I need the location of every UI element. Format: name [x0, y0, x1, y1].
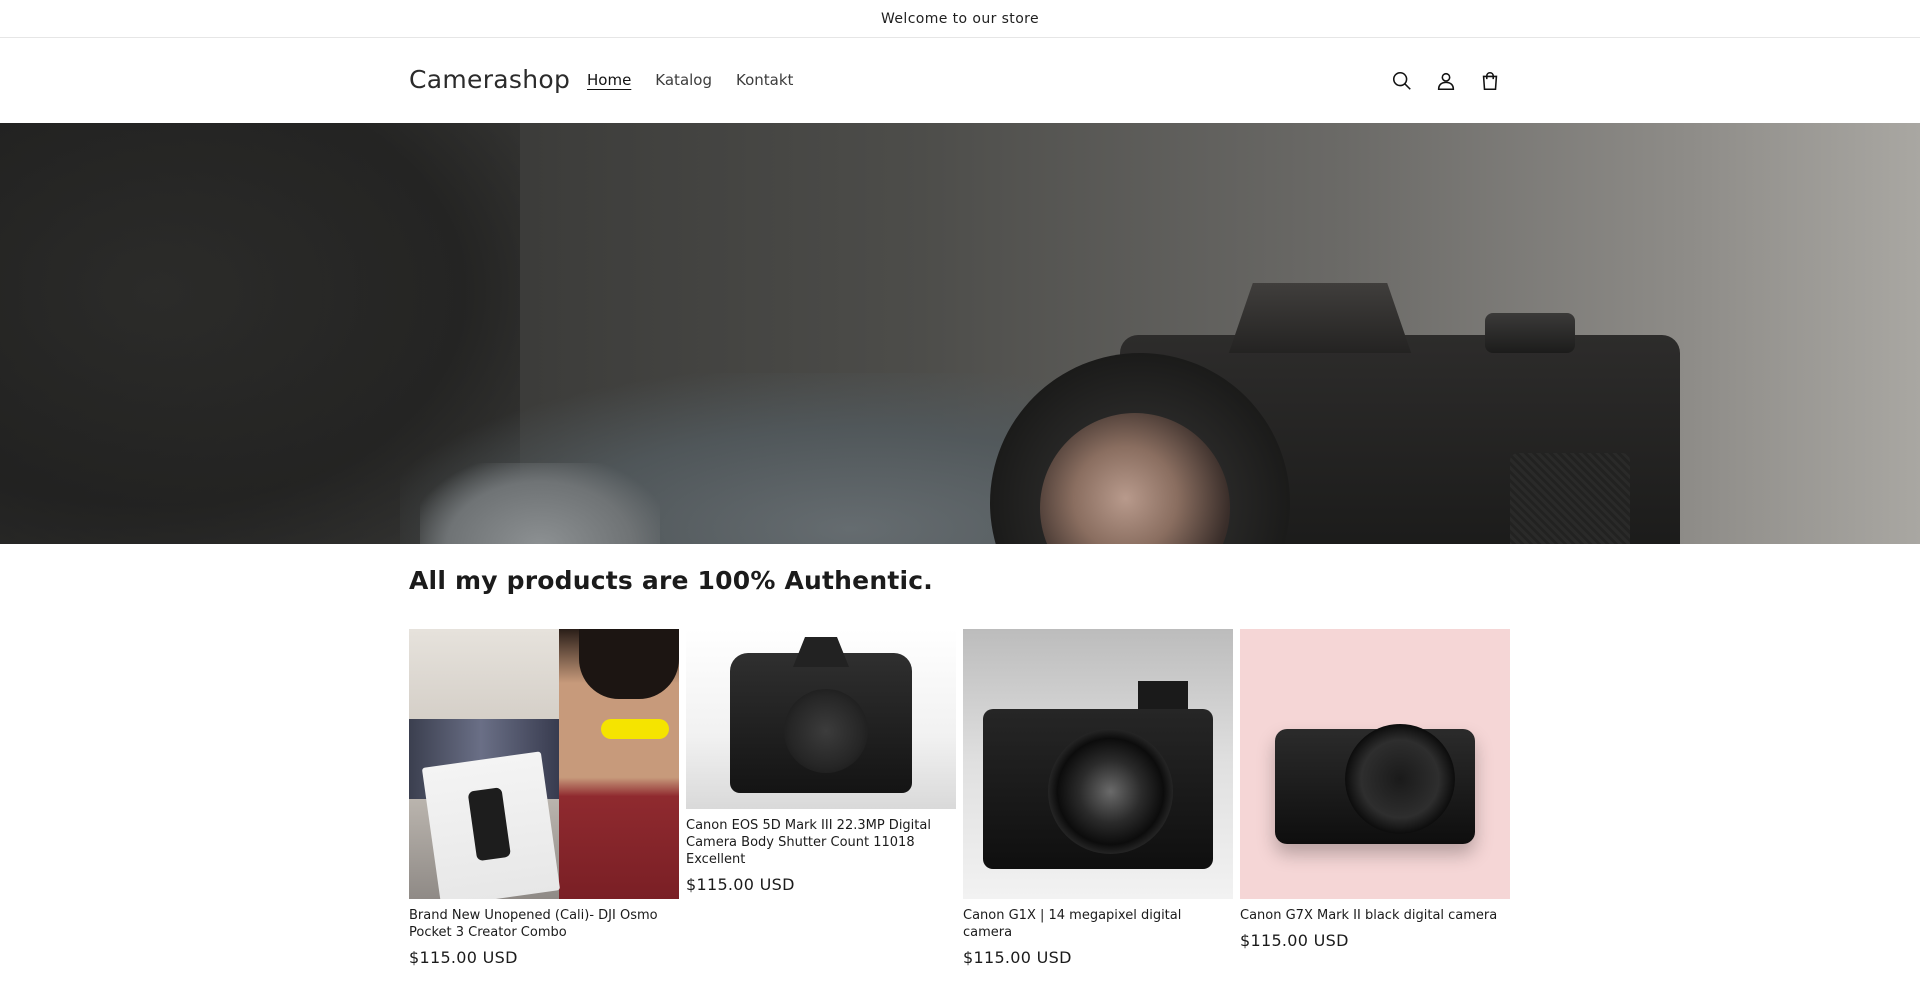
product-title[interactable]: Canon G1X | 14 megapixel digital camera — [963, 907, 1233, 941]
product-price: $115.00 USD — [409, 948, 518, 967]
hero-camera-prism — [1228, 283, 1412, 353]
product-card[interactable]: Brand New Unopened (Cali)- DJI Osmo Pock… — [409, 629, 679, 967]
search-icon[interactable] — [1390, 69, 1414, 93]
product-card[interactable]: Canon G1X | 14 megapixel digital camera … — [963, 629, 1233, 967]
product-price: $115.00 USD — [686, 875, 795, 894]
image-detail — [601, 719, 669, 739]
site-header: Camerashop Home Katalog Kontakt — [0, 39, 1920, 123]
hero-background — [420, 463, 660, 544]
account-icon[interactable] — [1434, 69, 1458, 93]
product-image[interactable] — [1240, 629, 1510, 899]
nav-kontakt[interactable]: Kontakt — [736, 71, 793, 89]
product-card[interactable]: Canon EOS 5D Mark III 22.3MP Digital Cam… — [686, 629, 956, 894]
nav-home[interactable]: Home — [587, 71, 631, 89]
store-logo[interactable]: Camerashop — [409, 65, 570, 94]
hero-camera-grip — [1510, 453, 1630, 544]
hero-camera-dial — [1485, 313, 1575, 353]
image-detail — [1138, 681, 1188, 711]
image-detail — [421, 751, 561, 899]
announcement-text: Welcome to our store — [880, 10, 1040, 27]
announcement-bar: Welcome to our store — [0, 0, 1920, 38]
cart-icon[interactable] — [1478, 69, 1502, 93]
hero-banner — [0, 123, 1920, 544]
product-card[interactable]: Canon G7X Mark II black digital camera $… — [1240, 629, 1510, 950]
product-title[interactable]: Canon EOS 5D Mark III 22.3MP Digital Cam… — [686, 817, 956, 868]
image-detail — [784, 689, 868, 773]
product-price: $115.00 USD — [963, 948, 1072, 967]
collection-heading: All my products are 100% Authentic. — [409, 566, 933, 595]
product-image[interactable] — [409, 629, 679, 899]
image-detail — [579, 629, 679, 699]
image-detail — [1345, 724, 1455, 834]
product-title[interactable]: Brand New Unopened (Cali)- DJI Osmo Pock… — [409, 907, 679, 941]
product-image[interactable] — [686, 629, 956, 809]
product-image[interactable] — [963, 629, 1233, 899]
nav-katalog[interactable]: Katalog — [655, 71, 712, 89]
header-icons — [1390, 69, 1502, 93]
main-nav: Home Katalog Kontakt — [587, 71, 793, 89]
product-title[interactable]: Canon G7X Mark II black digital camera — [1240, 907, 1510, 924]
product-price: $115.00 USD — [1240, 931, 1349, 950]
image-detail — [1048, 729, 1173, 854]
